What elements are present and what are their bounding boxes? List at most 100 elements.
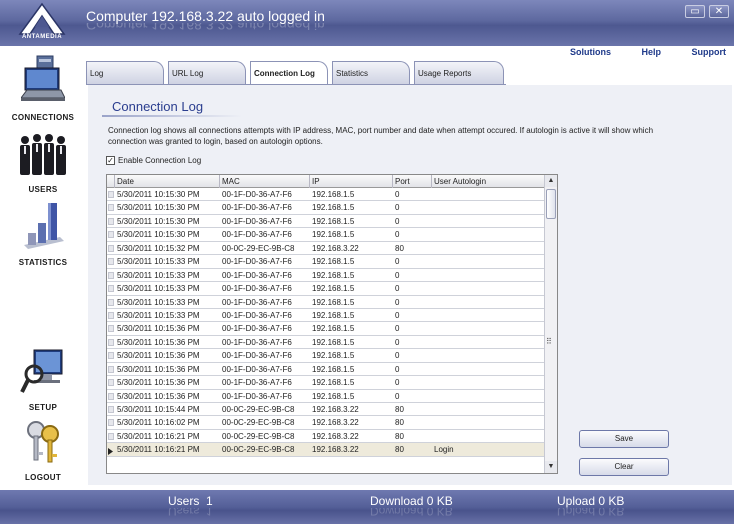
table-cell: 0 [395, 284, 400, 294]
row-marker [108, 191, 114, 198]
row-pointer-icon [108, 446, 114, 456]
logo-text: ANTAMEDIA [21, 34, 63, 40]
table-row[interactable]: 5/30/2011 10:15:36 PM 00-1F-D0-36-A7-F6 19… [107, 322, 545, 336]
table-cell: 192.168.1.5 [312, 337, 355, 347]
tab-url-log[interactable]: URL Log [168, 61, 246, 85]
table-cell: 80 [395, 445, 404, 455]
table-row[interactable]: 5/30/2011 10:15:30 PM 00-1F-D0-36-A7-F6 19… [107, 228, 545, 242]
table-cell: 0 [395, 391, 400, 401]
row-marker [108, 325, 114, 333]
row-marker [108, 311, 114, 319]
table-row[interactable]: 5/30/2011 10:15:36 PM 00-1F-D0-36-A7-F6 19… [107, 363, 545, 377]
tab-usage-reports[interactable]: Usage Reports [414, 61, 504, 85]
header-marker-column [107, 175, 115, 188]
table-cell: 5/30/2011 10:15:33 PM [117, 284, 200, 294]
table-cell: 00-1F-D0-36-A7-F6 [222, 337, 292, 347]
table-cell: 0 [395, 364, 400, 374]
table-cell: 5/30/2011 10:16:21 PM [117, 431, 200, 441]
table-scrollbar[interactable]: ▲ ▼ [544, 175, 557, 473]
sidebar-item-connections[interactable]: CONNECTIONS [0, 54, 86, 122]
table-cell: 192.168.1.5 [312, 190, 355, 199]
table-cell: 00-1F-D0-36-A7-F6 [222, 216, 292, 226]
download-stat: Download 0 KB [370, 494, 453, 508]
table-row[interactable]: 5/30/2011 10:15:36 PM 00-1F-D0-36-A7-F6 19… [107, 349, 545, 363]
top-links: Solutions Help Support [542, 47, 726, 57]
users-label: Users [168, 494, 200, 508]
support-link[interactable]: Support [692, 47, 727, 57]
restore-button[interactable]: ▭ [685, 5, 705, 18]
column-header-port[interactable]: Port [393, 175, 432, 188]
sidebar-item-setup[interactable]: SETUP [0, 348, 86, 412]
table-row[interactable]: 5/30/2011 10:16:21 PM 00-0C-29-EC-9B-C8 19… [107, 443, 545, 457]
sidebar-item-users[interactable]: USERS [0, 132, 86, 194]
table-cell: 5/30/2011 10:15:33 PM [117, 270, 200, 280]
table-row[interactable]: 5/30/2011 10:15:33 PM 00-1F-D0-36-A7-F6 19… [107, 309, 545, 323]
table-row[interactable]: 5/30/2011 10:15:36 PM 00-1F-D0-36-A7-F6 19… [107, 376, 545, 390]
table-cell: 0 [395, 230, 400, 240]
table-cell: 192.168.1.5 [312, 257, 355, 267]
table-cell: 00-1F-D0-36-A7-F6 [222, 284, 292, 294]
scroll-up-icon[interactable]: ▲ [545, 175, 557, 187]
table-row[interactable]: 5/30/2011 10:15:33 PM 00-1F-D0-36-A7-F6 19… [107, 282, 545, 296]
sidebar-item-logout[interactable]: LOGOUT [0, 418, 86, 482]
table-row[interactable]: 5/30/2011 10:16:21 PM 00-0C-29-EC-9B-C8 19… [107, 430, 545, 444]
splitter-grip-icon[interactable]: ⠿ [546, 337, 552, 346]
table-cell: 00-0C-29-EC-9B-C8 [222, 418, 295, 428]
table-cell: 192.168.3.22 [312, 418, 359, 428]
table-row[interactable]: 5/30/2011 10:15:44 PM 00-0C-29-EC-9B-C8 19… [107, 403, 545, 417]
table-row[interactable]: 5/30/2011 10:15:32 PM 00-0C-29-EC-9B-C8 19… [107, 242, 545, 256]
clear-button[interactable]: Clear [579, 458, 669, 476]
keys-icon [0, 418, 86, 469]
computer-icon [0, 54, 86, 109]
table-cell: 0 [395, 378, 400, 388]
table-row[interactable]: 5/30/2011 10:15:36 PM 00-1F-D0-36-A7-F6 19… [107, 336, 545, 350]
help-link[interactable]: Help [641, 47, 661, 57]
upload-stat: Upload 0 KB [557, 494, 624, 508]
table-cell: 192.168.1.5 [312, 364, 355, 374]
close-button[interactable]: ✕ [709, 5, 729, 18]
column-header-date[interactable]: Date [115, 175, 220, 188]
table-cell: 0 [395, 297, 400, 307]
save-button[interactable]: Save [579, 430, 669, 448]
table-row[interactable]: 5/30/2011 10:15:36 PM 00-1F-D0-36-A7-F6 19… [107, 390, 545, 403]
tab-statistics[interactable]: Statistics [332, 61, 410, 85]
column-header-mac[interactable]: MAC [220, 175, 310, 188]
main-panel: Solutions Help Support Log URL Log Conne… [86, 46, 734, 490]
table-cell: 5/30/2011 10:15:30 PM [117, 190, 200, 199]
column-header-user-autologin[interactable]: User Autologin [432, 175, 545, 188]
table-row[interactable]: 5/30/2011 10:15:33 PM 00-1F-D0-36-A7-F6 19… [107, 269, 545, 283]
table-row[interactable]: 5/30/2011 10:15:33 PM 00-1F-D0-36-A7-F6 19… [107, 296, 545, 309]
table-row[interactable]: 5/30/2011 10:15:30 PM 00-1F-D0-36-A7-F6 19… [107, 201, 545, 215]
table-cell: 00-1F-D0-36-A7-F6 [222, 351, 292, 361]
tab-connection-log[interactable]: Connection Log [250, 61, 328, 86]
table-cell: 192.168.3.22 [312, 243, 359, 253]
table-cell: 5/30/2011 10:15:32 PM [117, 243, 200, 253]
enable-connection-log-label: Enable Connection Log [118, 156, 202, 165]
table-cell: 192.168.3.22 [312, 405, 359, 414]
row-marker [108, 271, 114, 279]
status-bar: Users 1 Users 1 Download 0 KB Download 0… [0, 490, 734, 524]
solutions-link[interactable]: Solutions [570, 47, 611, 57]
row-marker [108, 298, 114, 306]
row-marker [108, 244, 114, 252]
scroll-down-icon[interactable]: ▼ [545, 461, 557, 473]
enable-connection-log-checkbox[interactable]: ✓ [106, 156, 115, 166]
column-header-ip[interactable]: IP [310, 175, 393, 188]
table-row[interactable]: 5/30/2011 10:16:02 PM 00-0C-29-EC-9B-C8 19… [107, 416, 545, 430]
table-row[interactable]: 5/30/2011 10:15:30 PM 00-1F-D0-36-A7-F6 19… [107, 188, 545, 202]
table-cell: 192.168.1.5 [312, 391, 355, 401]
table-row[interactable]: 5/30/2011 10:15:33 PM 00-1F-D0-36-A7-F6 19… [107, 255, 545, 269]
tab-log[interactable]: Log [86, 61, 164, 85]
table-cell: 80 [395, 418, 404, 428]
table-cell: 192.168.1.5 [312, 378, 355, 388]
connection-log-table: Date MAC IP Port User Autologin 5/30/201… [106, 174, 558, 474]
scroll-thumb[interactable] [546, 189, 556, 219]
sidebar-item-statistics[interactable]: STATISTICS [0, 201, 86, 267]
table-cell: 00-0C-29-EC-9B-C8 [222, 431, 295, 441]
download-stat-reflection: Download 0 KB [370, 508, 453, 518]
table-row[interactable]: 5/30/2011 10:15:30 PM 00-1F-D0-36-A7-F6 19… [107, 215, 545, 229]
table-cell: 00-1F-D0-36-A7-F6 [222, 324, 292, 334]
table-cell: 00-1F-D0-36-A7-F6 [222, 364, 292, 374]
setup-icon [0, 348, 86, 399]
table-body: 5/30/2011 10:15:30 PM 00-1F-D0-36-A7-F6 19… [107, 188, 545, 457]
